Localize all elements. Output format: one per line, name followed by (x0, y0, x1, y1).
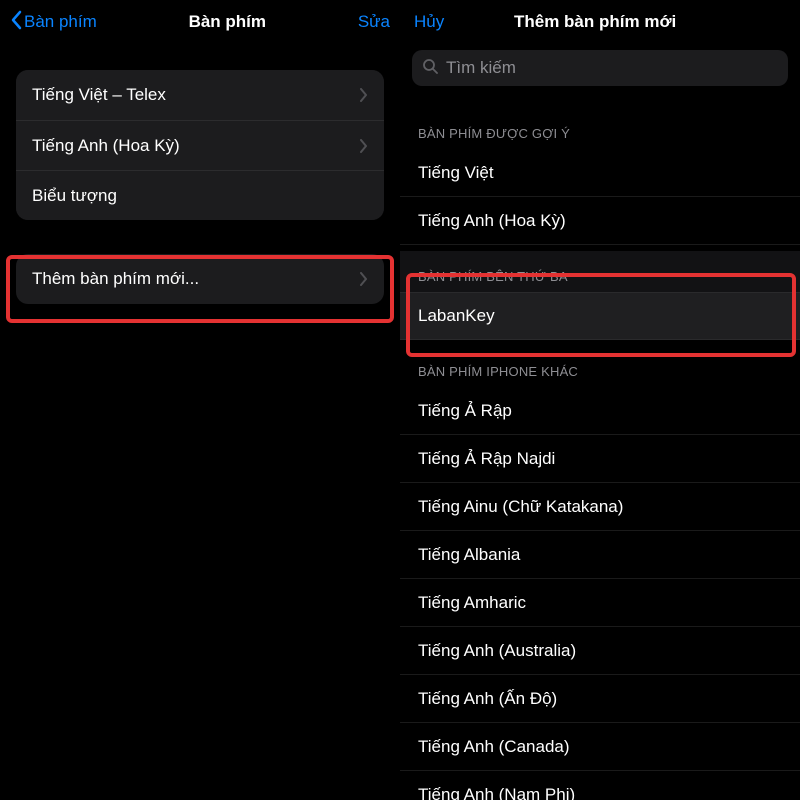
chevron-right-icon (360, 139, 368, 153)
list-item-label: Tiếng Anh (Hoa Kỳ) (418, 211, 566, 231)
list-item[interactable]: Tiếng Amharic (400, 579, 800, 627)
keyboard-row-label: Tiếng Việt – Telex (32, 85, 166, 105)
back-label: Bàn phím (24, 12, 97, 32)
edit-button[interactable]: Sửa (358, 12, 390, 32)
keyboards-settings-screen: Bàn phím Bàn phím Sửa Tiếng Việt – Telex… (0, 0, 400, 800)
add-keyboard-screen: Hủy Thêm bàn phím mới BÀN PHÍM ĐƯỢC GỢI … (400, 0, 800, 800)
search-input[interactable] (446, 58, 778, 78)
navbar: Bàn phím Bàn phím Sửa (0, 0, 400, 44)
list-item[interactable]: Tiếng Ả Rập Najdi (400, 435, 800, 483)
list-item-label: Tiếng Anh (Australia) (418, 641, 576, 661)
list-item-labankey[interactable]: LabanKey (400, 292, 800, 340)
list-item-label: Tiếng Albania (418, 545, 520, 565)
chevron-right-icon (360, 272, 368, 286)
back-button[interactable]: Bàn phím (10, 10, 97, 35)
other-keyboards-section: BÀN PHÍM IPHONE KHÁC Tiếng Ả Rập Tiếng Ả… (400, 346, 800, 800)
list-item[interactable]: Tiếng Albania (400, 531, 800, 579)
add-keyboard-button[interactable]: Thêm bàn phím mới... (16, 254, 384, 304)
suggested-section: BÀN PHÍM ĐƯỢC GỢI Ý Tiếng Việt Tiếng Anh… (400, 108, 800, 245)
list-item[interactable]: Tiếng Anh (Australia) (400, 627, 800, 675)
keyboard-row[interactable]: Tiếng Anh (Hoa Kỳ) (16, 120, 384, 170)
list-item[interactable]: Tiếng Ả Rập (400, 387, 800, 435)
section-header-suggested: BÀN PHÍM ĐƯỢC GỢI Ý (400, 108, 800, 149)
list-item-label: Tiếng Ả Rập (418, 401, 512, 421)
list-item-label: Tiếng Anh (Nam Phi) (418, 785, 575, 800)
list-item[interactable]: Tiếng Anh (Canada) (400, 723, 800, 771)
keyboard-row-label: Biểu tượng (32, 186, 117, 206)
list-item[interactable]: Tiếng Việt (400, 149, 800, 197)
list-item-label: Tiếng Ả Rập Najdi (418, 449, 555, 469)
add-keyboard-label: Thêm bàn phím mới... (32, 269, 199, 289)
app-root: Bàn phím Bàn phím Sửa Tiếng Việt – Telex… (0, 0, 800, 800)
list-item[interactable]: Tiếng Anh (Nam Phi) (400, 771, 800, 800)
chevron-right-icon (360, 88, 368, 102)
list-item-label: Tiếng Anh (Canada) (418, 737, 570, 757)
search-field[interactable] (412, 50, 788, 86)
section-header-other: BÀN PHÍM IPHONE KHÁC (400, 346, 800, 387)
search-wrapper (400, 44, 800, 92)
list-item-label: Tiếng Anh (Ấn Độ) (418, 689, 557, 709)
list-item-label: Tiếng Việt (418, 163, 494, 183)
list-item-label: Tiếng Ainu (Chữ Katakana) (418, 497, 623, 517)
third-party-section: BÀN PHÍM BÊN THỨ BA LabanKey (400, 251, 800, 340)
cancel-button[interactable]: Hủy (414, 12, 444, 32)
list-item-label: Tiếng Amharic (418, 593, 526, 613)
page-title: Thêm bàn phím mới (444, 12, 746, 32)
list-item[interactable]: Tiếng Anh (Hoa Kỳ) (400, 197, 800, 245)
search-icon (422, 58, 438, 79)
keyboard-row-label: Tiếng Anh (Hoa Kỳ) (32, 136, 180, 156)
chevron-left-icon (10, 10, 24, 35)
list-item[interactable]: Tiếng Ainu (Chữ Katakana) (400, 483, 800, 531)
navbar: Hủy Thêm bàn phím mới (400, 0, 800, 44)
keyboard-row[interactable]: Biểu tượng (16, 170, 384, 220)
keyboard-list-group: Tiếng Việt – Telex Tiếng Anh (Hoa Kỳ) Bi… (16, 70, 384, 220)
add-keyboard-group: Thêm bàn phím mới... (16, 254, 384, 304)
list-item[interactable]: Tiếng Anh (Ấn Độ) (400, 675, 800, 723)
list-item-label: LabanKey (418, 306, 495, 326)
keyboard-row[interactable]: Tiếng Việt – Telex (16, 70, 384, 120)
page-title: Bàn phím (189, 12, 266, 32)
section-header-third-party: BÀN PHÍM BÊN THỨ BA (400, 251, 800, 292)
